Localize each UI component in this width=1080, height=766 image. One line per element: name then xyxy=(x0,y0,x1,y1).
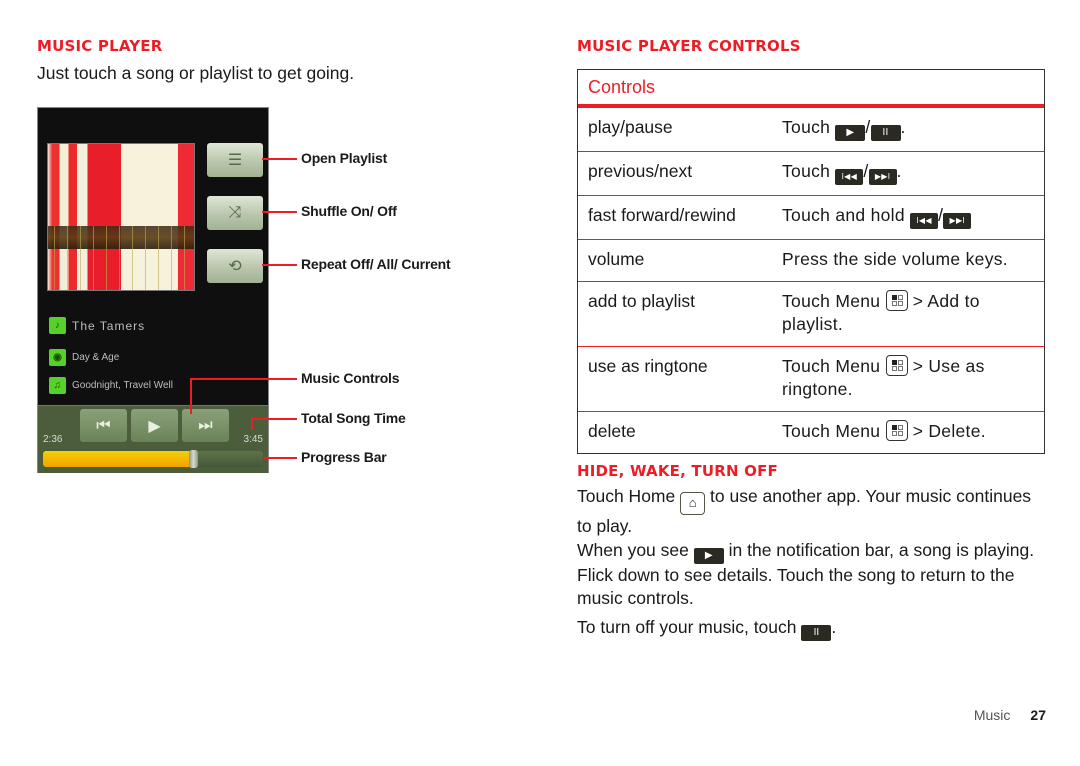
menu-key-icon xyxy=(885,290,908,311)
album-art xyxy=(47,143,195,291)
repeat-icon: ⟲ xyxy=(228,258,242,275)
row-action: delete xyxy=(588,421,636,441)
callout-line-controls-v xyxy=(190,378,192,414)
next-icon: ⏭ xyxy=(198,416,213,434)
table-row: use as ringtone Touch Menu > Use as ring… xyxy=(578,347,1044,412)
row-instruction: Press the side volume keys. xyxy=(782,249,1008,269)
row-instruction: Touch Menu > Use as ringtone. xyxy=(782,355,985,399)
table-row: play/pause Touch ▶ / II. xyxy=(578,108,1044,152)
previous-button[interactable]: ⏮ xyxy=(80,409,127,442)
callout-music-controls: Music Controls xyxy=(301,370,400,386)
paragraph-notification: When you see ▶ in the notification bar, … xyxy=(577,540,1035,608)
repeat-button[interactable]: ⟲ xyxy=(207,249,263,283)
row-action: volume xyxy=(588,249,645,269)
pause-key-icon: II xyxy=(870,125,901,141)
controls-heading: MUSIC PLAYER CONTROLS xyxy=(577,37,801,55)
music-player-screenshot: ☰ ⤨ ⟲ ♪ The Tamers ◉ Day & Age ♫ Goodnig… xyxy=(37,107,269,473)
row-action: fast forward/rewind xyxy=(588,205,736,225)
callout-shuffle: Shuffle On/ Off xyxy=(301,203,397,219)
row-instruction: Touch Menu > Delete. xyxy=(782,420,986,441)
pause-key-icon: II xyxy=(801,625,832,641)
row-instruction: Touch ▶ / II. xyxy=(782,116,1044,141)
callout-total-song-time: Total Song Time xyxy=(301,410,406,426)
album-name: Day & Age xyxy=(72,352,120,363)
callout-line-playlist xyxy=(262,158,297,160)
song-row: ♫ Goodnight, Travel Well xyxy=(49,377,173,394)
row-action: add to playlist xyxy=(588,291,696,311)
song-name: Goodnight, Travel Well xyxy=(72,380,173,391)
artist-row: ♪ The Tamers xyxy=(49,317,145,334)
table-row: previous/next Touch I◀◀ / ▶▶I. xyxy=(578,152,1044,196)
progress-thumb[interactable] xyxy=(188,450,198,468)
control-strip: ⏮ ▶ ⏭ 2:36 3:45 xyxy=(38,405,268,473)
paragraph-home: Touch Home ⌂ to use another app. Your mu… xyxy=(577,486,1032,536)
intro-text: Just touch a song or playlist to get goi… xyxy=(37,63,355,83)
menu-key-icon xyxy=(885,420,908,441)
callout-line-shuffle xyxy=(262,211,297,213)
table-row: delete Touch Menu > Delete. xyxy=(578,412,1044,453)
play-icon: ▶ xyxy=(148,417,161,435)
music-note-icon: ♫ xyxy=(49,377,66,394)
progress-bar[interactable] xyxy=(43,450,263,468)
previous-icon: ⏮ xyxy=(96,416,111,434)
disc-icon: ◉ xyxy=(49,349,66,366)
shuffle-icon: ⤨ xyxy=(228,204,242,221)
page-number: 27 xyxy=(1030,707,1046,723)
callout-line-progress xyxy=(264,457,297,459)
total-time: 3:45 xyxy=(243,434,263,445)
row-instruction: Touch Menu > Add to playlist. xyxy=(782,290,980,334)
controls-table: Controls play/pause Touch ▶ / II. previous… xyxy=(577,69,1045,454)
music-player-heading: MUSIC PLAYER xyxy=(37,37,163,55)
album-row: ◉ Day & Age xyxy=(49,349,119,366)
table-row: fast forward/rewind Touch and hold I◀◀ / ▶… xyxy=(578,196,1044,240)
footer-section: Music xyxy=(973,707,1011,723)
open-playlist-button[interactable]: ☰ xyxy=(207,143,263,177)
next-key-icon: ▶▶I xyxy=(943,213,972,229)
callout-progress-bar: Progress Bar xyxy=(301,449,387,465)
table-row: add to playlist Touch Menu > Add to play… xyxy=(578,282,1044,347)
play-key-icon: ▶ xyxy=(835,125,866,141)
row-action: use as ringtone xyxy=(588,356,708,376)
table-row: volume Press the side volume keys. xyxy=(578,240,1044,282)
hide-wake-heading: HIDE, WAKE, TURN OFF xyxy=(577,462,779,480)
callout-open-playlist: Open Playlist xyxy=(301,150,388,166)
paragraph-turn-off: To turn off your music, touch II. xyxy=(577,616,1037,641)
row-instruction: Touch and hold I◀◀ / ▶▶I xyxy=(782,204,1044,229)
table-header: Controls xyxy=(578,70,1044,108)
callout-line-total-h xyxy=(251,418,297,420)
next-key-icon: ▶▶I xyxy=(868,169,897,185)
row-instruction: Touch I◀◀ / ▶▶I. xyxy=(782,160,1044,185)
home-key-icon: ⌂ xyxy=(680,492,706,515)
callout-line-total-v xyxy=(251,418,253,430)
callout-line-controls-h xyxy=(190,378,297,380)
playlist-icon: ☰ xyxy=(227,152,243,169)
row-action: play/pause xyxy=(588,117,673,137)
previous-key-icon: I◀◀ xyxy=(835,169,864,185)
row-action: previous/next xyxy=(588,161,693,181)
play-key-icon: ▶ xyxy=(693,548,724,564)
callout-repeat: Repeat Off/ All/ Current xyxy=(301,256,451,272)
page-footer: Music 27 xyxy=(974,707,1046,723)
previous-key-icon: I◀◀ xyxy=(910,213,939,229)
menu-key-icon xyxy=(885,355,908,376)
progress-fill xyxy=(43,451,193,467)
microphone-icon: ♪ xyxy=(49,317,66,334)
artist-name: The Tamers xyxy=(72,318,146,333)
elapsed-time: 2:36 xyxy=(43,434,63,445)
callout-line-repeat xyxy=(262,264,297,266)
play-button[interactable]: ▶ xyxy=(131,409,178,442)
shuffle-button[interactable]: ⤨ xyxy=(207,196,263,230)
